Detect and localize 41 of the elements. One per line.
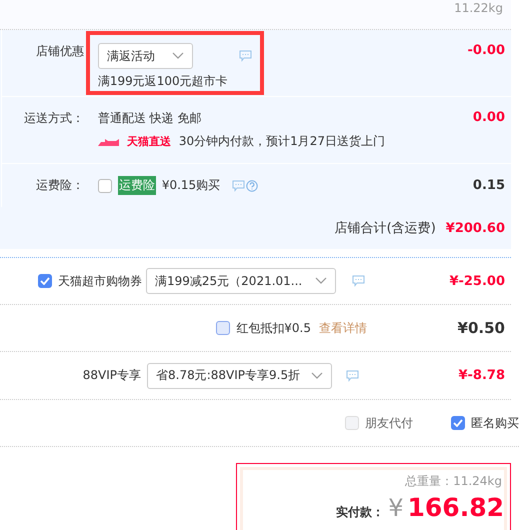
row-label: 运费险： (34, 177, 85, 194)
chevron-icon (311, 372, 323, 380)
coupon-select[interactable]: 满199减25元（2021.01... (146, 268, 336, 294)
vip-label: 88VIP专享 (82, 367, 141, 384)
currency-symbol: ¥ (388, 494, 404, 522)
vip-amount: ¥-8.78 (457, 368, 506, 383)
message-icon[interactable] (346, 370, 359, 382)
shipping-method: 普通配送 快递 免邮 (98, 110, 202, 127)
promotion-note: 满199元返100元超市卡 (98, 73, 229, 90)
delivery-label: 天猫直送 (126, 134, 171, 149)
shipping-amount: 0.00 (472, 110, 506, 125)
row-label: 运送方式： (22, 110, 85, 127)
discount-amount: -0.00 (466, 43, 506, 58)
promotion-select[interactable]: 满返活动 (98, 43, 193, 69)
delivery-eta: 30分钟内付款，预计1月27日送货上门 (178, 133, 385, 150)
insurance-price: ¥0.15购买 (162, 177, 220, 194)
vip-select[interactable]: 省8.78元:88VIP专享9.5折 (147, 362, 332, 388)
message-icon[interactable] (232, 180, 246, 192)
coupon-amount: ¥-25.00 (448, 274, 506, 288)
store-total-amount: ¥200.60 (446, 220, 505, 236)
coupon-label: 天猫超市购物券 (58, 272, 142, 290)
deduction-label: 红包抵扣¥0.5 (236, 320, 311, 336)
message-icon[interactable] (238, 50, 252, 62)
chevron-icon (315, 277, 327, 285)
row-label: 店铺优惠 (34, 43, 85, 60)
help-icon[interactable] (246, 180, 258, 192)
option-checkbox[interactable]: 匿名购买 (451, 414, 519, 432)
insurance-tag: 运费险 (118, 176, 156, 195)
total-weight: 总重量：11.24kg (405, 473, 503, 490)
insurance-amount: 0.15 (472, 178, 506, 193)
checkbox[interactable] (451, 416, 465, 430)
checkbox[interactable] (38, 274, 52, 288)
chevron-icon (172, 52, 184, 60)
weight-text: 11.22kg (454, 1, 503, 15)
message-icon[interactable] (352, 275, 365, 287)
deduction-amount: ¥0.50 (456, 319, 506, 337)
total-amount: 166.82 (408, 493, 504, 522)
checkbox[interactable] (98, 178, 112, 192)
checkbox[interactable] (216, 321, 230, 335)
store-total-label: 店铺合计(含运费) (334, 220, 436, 237)
pay-label: 实付款： (336, 504, 384, 521)
